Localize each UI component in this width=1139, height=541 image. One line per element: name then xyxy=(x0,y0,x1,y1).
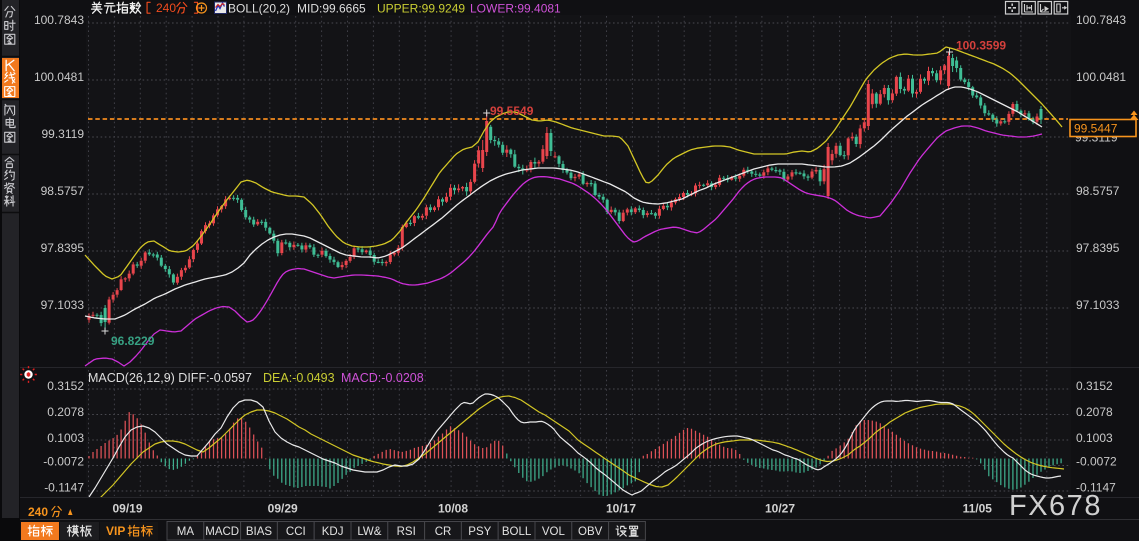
svg-text:100.7843: 100.7843 xyxy=(34,13,84,27)
svg-text:10/17: 10/17 xyxy=(606,502,636,516)
svg-text:10/27: 10/27 xyxy=(765,502,795,516)
svg-text:100.7843: 100.7843 xyxy=(1076,13,1126,27)
svg-text:BOLL(20,2): BOLL(20,2) xyxy=(228,2,290,16)
svg-text:97.8395: 97.8395 xyxy=(1076,241,1120,255)
svg-text:0.1003: 0.1003 xyxy=(47,431,84,445)
svg-text:09/29: 09/29 xyxy=(268,502,298,516)
svg-text:-0.1147: -0.1147 xyxy=(44,481,84,495)
svg-text:97.1033: 97.1033 xyxy=(41,298,85,312)
svg-text:LW&: LW& xyxy=(357,526,381,538)
svg-text:MID:99.6665: MID:99.6665 xyxy=(297,2,366,16)
svg-text:-0.0072: -0.0072 xyxy=(43,455,84,469)
svg-text:-0.0072: -0.0072 xyxy=(1076,455,1117,469)
svg-text:10/08: 10/08 xyxy=(438,502,468,516)
svg-text:LOWER:99.4081: LOWER:99.4081 xyxy=(470,2,561,16)
svg-text:FX678: FX678 xyxy=(1009,490,1102,522)
svg-text:98.5757: 98.5757 xyxy=(1076,184,1120,198)
svg-text:MACD: MACD xyxy=(205,526,239,538)
svg-text:240: 240 xyxy=(156,1,176,15)
svg-text:99.3119: 99.3119 xyxy=(42,127,85,141)
svg-text:99.5549: 99.5549 xyxy=(490,104,534,118)
svg-text:96.8229: 96.8229 xyxy=(111,334,155,348)
svg-text:MACD:-0.0208: MACD:-0.0208 xyxy=(341,371,424,385)
svg-text:MACD(26,12,9) DIFF:-0.0597: MACD(26,12,9) DIFF:-0.0597 xyxy=(88,371,252,385)
svg-text:PSY: PSY xyxy=(468,526,491,538)
svg-text:09/19: 09/19 xyxy=(112,502,142,516)
svg-text:0.1003: 0.1003 xyxy=(1076,431,1113,445)
svg-text:BIAS: BIAS xyxy=(246,526,273,538)
svg-text:UPPER:99.9249: UPPER:99.9249 xyxy=(377,2,465,16)
svg-text:VIP: VIP xyxy=(106,524,125,538)
svg-text:BOLL: BOLL xyxy=(502,526,532,538)
svg-text:DEA:-0.0493: DEA:-0.0493 xyxy=(263,371,335,385)
svg-text:11/05: 11/05 xyxy=(963,502,993,516)
svg-text:CCI: CCI xyxy=(286,526,306,538)
svg-text:CR: CR xyxy=(435,526,452,538)
svg-text:RSI: RSI xyxy=(397,526,416,538)
svg-text:VOL: VOL xyxy=(542,526,566,538)
svg-text:99.5447: 99.5447 xyxy=(1074,122,1118,136)
svg-text:100.0481: 100.0481 xyxy=(34,70,84,84)
svg-text:0.3152: 0.3152 xyxy=(1076,379,1113,393)
svg-text:OBV: OBV xyxy=(578,526,603,538)
svg-text:97.1033: 97.1033 xyxy=(1076,298,1120,312)
svg-text:0.2078: 0.2078 xyxy=(47,405,84,419)
svg-text:100.0481: 100.0481 xyxy=(1076,70,1126,84)
svg-text:240: 240 xyxy=(28,505,48,519)
svg-text:0.2078: 0.2078 xyxy=(1076,405,1113,419)
svg-text:0.3152: 0.3152 xyxy=(47,379,84,393)
svg-text:98.5757: 98.5757 xyxy=(41,184,85,198)
svg-text:100.3599: 100.3599 xyxy=(956,39,1006,53)
svg-text:MA: MA xyxy=(177,526,195,538)
svg-text:97.8395: 97.8395 xyxy=(41,241,85,255)
svg-text:KDJ: KDJ xyxy=(322,526,344,538)
